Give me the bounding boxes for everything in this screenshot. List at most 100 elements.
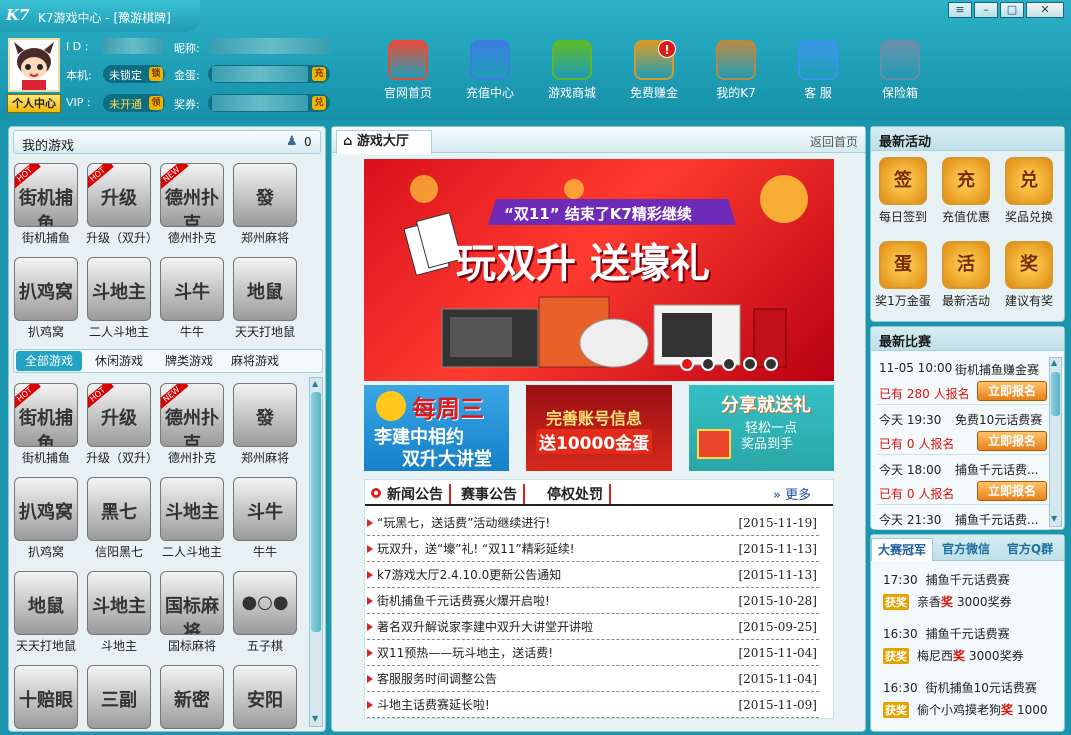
- nav-user[interactable]: 我的K7: [700, 40, 772, 101]
- activity-item[interactable]: 活最新活动: [936, 241, 996, 309]
- category-tab[interactable]: 全部游戏: [16, 351, 82, 371]
- game-tile[interactable]: 国标麻将 国标麻将: [159, 571, 225, 654]
- news-item[interactable]: 斗地主话费赛延长啦! [2015-11-09]: [367, 692, 819, 718]
- matches-scrollbar[interactable]: ▲ ▼: [1049, 357, 1062, 527]
- news-tab[interactable]: 停权处罚: [547, 484, 611, 504]
- game-tile[interactable]: ●○● 五子棋: [232, 571, 298, 654]
- game-tile[interactable]: 升级 HOT 升级（双升）: [86, 163, 158, 246]
- news-item[interactable]: 著名双升解说家李建中双升大讲堂开讲啦 [2015-09-25]: [367, 614, 819, 640]
- game-icon-glyph: 安阳: [247, 690, 283, 711]
- game-tile[interactable]: 德州扑克 NEW 德州扑克: [159, 383, 225, 466]
- match-time: 今天 18:00: [879, 463, 942, 477]
- news-date: [2015-11-13]: [738, 568, 817, 582]
- scroll-up-icon[interactable]: ▲: [312, 379, 318, 388]
- signup-button[interactable]: 立即报名: [977, 431, 1047, 451]
- promo-account[interactable]: 完善账号信息 送10000金蛋: [526, 385, 672, 471]
- category-tab[interactable]: 牌类游戏: [156, 350, 222, 372]
- game-tile[interactable]: 升级 HOT 升级（双升）: [86, 383, 158, 466]
- tab-game-hall-label: 游戏大厅: [356, 134, 409, 149]
- scroll-down-icon[interactable]: ▼: [312, 714, 318, 723]
- people-icon[interactable]: ♟: [286, 134, 298, 149]
- vip-pill[interactable]: 未开通 领: [103, 94, 165, 112]
- recharge-coin-icon[interactable]: 充: [312, 67, 326, 81]
- game-tile[interactable]: 斗牛 牛牛: [232, 477, 298, 560]
- activity-item[interactable]: 奖建议有奖: [999, 241, 1059, 309]
- news-item[interactable]: k7游戏大厅2.4.10.0更新公告通知 [2015-11-13]: [367, 562, 819, 588]
- news-more-link[interactable]: » 更多: [773, 484, 811, 503]
- category-tab[interactable]: 休闲游戏: [86, 350, 152, 372]
- news-item[interactable]: 街机捕鱼千元话费赛火爆开启啦! [2015-10-28]: [367, 588, 819, 614]
- game-tile[interactable]: 十赔眼: [13, 665, 79, 729]
- nav-service[interactable]: 客 服: [782, 40, 854, 101]
- news-tab[interactable]: 赛事公告: [461, 484, 525, 504]
- game-tile[interactable]: 發郑州麻将: [232, 383, 298, 466]
- nav-house[interactable]: 官网首页: [372, 40, 444, 101]
- close-button[interactable]: ✕: [1026, 2, 1064, 18]
- matches-scroll-thumb[interactable]: [1051, 372, 1060, 416]
- tab-game-hall[interactable]: ⌂ 游戏大厅: [336, 130, 432, 154]
- nav-safe[interactable]: 保险箱: [864, 40, 936, 101]
- game-tile[interactable]: 安阳: [232, 665, 298, 729]
- nav-money-bag[interactable]: 免费赚金: [618, 40, 690, 101]
- promo-lecture[interactable]: 每周三 李建中相约 双升大讲堂: [364, 385, 509, 471]
- news-item[interactable]: “玩黑七，送话费”活动继续进行! [2015-11-19]: [367, 510, 819, 536]
- matches-panel: 最新比赛 11-05 10:00 街机捕鱼赚金赛 已有 280 人报名 立即报名 今天 …: [870, 326, 1065, 530]
- banner-dot[interactable]: [743, 357, 757, 371]
- game-name: 斗地主: [100, 639, 137, 653]
- maximize-button[interactable]: □: [1000, 2, 1024, 18]
- game-tile[interactable]: 德州扑克 NEW 德州扑克: [159, 163, 225, 246]
- game-tile[interactable]: 地鼠 天天打地鼠: [232, 257, 298, 340]
- scroll-thumb[interactable]: [311, 392, 321, 632]
- machine-lock-pill[interactable]: 未锁定 锁: [103, 65, 165, 83]
- promo-share[interactable]: 分享就送礼 轻松一点 奖品到手: [689, 385, 834, 471]
- banner-dot[interactable]: [701, 357, 715, 371]
- back-home-link[interactable]: 返回首页: [810, 133, 858, 150]
- champion-tab[interactable]: 官方微信: [935, 538, 997, 561]
- activity-item[interactable]: 兑奖品兑换: [999, 157, 1059, 225]
- news-tab[interactable]: 新闻公告: [387, 484, 451, 504]
- game-tile[interactable]: 斗地主 二人斗地主: [86, 257, 152, 340]
- scroll-up-icon[interactable]: ▲: [1051, 358, 1057, 367]
- banner-dot[interactable]: [722, 357, 736, 371]
- game-tile[interactable]: 斗地主 斗地主: [86, 571, 152, 654]
- menu-button[interactable]: ≡: [948, 2, 972, 18]
- signup-button[interactable]: 立即报名: [977, 381, 1047, 401]
- game-tile[interactable]: 斗地主 二人斗地主: [159, 477, 225, 560]
- nav-label: 免费赚金: [629, 86, 678, 100]
- game-tile[interactable]: 地鼠 天天打地鼠: [13, 571, 79, 654]
- promo-banner[interactable]: “双11” 结束了K7精彩继续 玩双升 送壕礼: [364, 159, 834, 381]
- news-item[interactable]: 客服服务时间调整公告 [2015-11-04]: [367, 666, 819, 692]
- signup-button[interactable]: 立即报名: [977, 481, 1047, 501]
- activity-item[interactable]: 充充值优惠: [936, 157, 996, 225]
- minimize-button[interactable]: –: [974, 2, 998, 18]
- game-tile[interactable]: 新密: [159, 665, 225, 729]
- game-tile[interactable]: 街机捕鱼 HOT 街机捕鱼: [13, 163, 79, 246]
- games-scrollbar[interactable]: ▲ ▼: [309, 377, 323, 727]
- game-tile[interactable]: 斗牛 牛牛: [159, 257, 225, 340]
- activity-item[interactable]: 蛋奖1万金蛋: [873, 241, 933, 309]
- news-arrow-icon: [367, 545, 373, 553]
- scroll-down-icon[interactable]: ▼: [1051, 514, 1057, 523]
- game-tile[interactable]: 發郑州麻将: [232, 163, 298, 246]
- exchange-coin-icon[interactable]: 兑: [312, 96, 326, 110]
- safe-icon: [880, 40, 920, 80]
- news-item[interactable]: 双11预热——玩斗地主，送话费! [2015-11-04]: [367, 640, 819, 666]
- nav-basket[interactable]: 游戏商城: [536, 40, 608, 101]
- banner-dot[interactable]: [680, 357, 694, 371]
- champion-tab[interactable]: 官方Q群: [999, 538, 1061, 561]
- champion-tab[interactable]: 大赛冠军: [871, 538, 933, 561]
- game-tile[interactable]: 扒鸡窝 扒鸡窝: [13, 477, 79, 560]
- avatar[interactable]: [8, 38, 60, 92]
- banner-dot[interactable]: [764, 357, 778, 371]
- game-tile[interactable]: 扒鸡窝 扒鸡窝: [13, 257, 79, 340]
- game-tile[interactable]: 三副: [86, 665, 152, 729]
- game-tile[interactable]: 街机捕鱼 HOT 街机捕鱼: [13, 383, 79, 466]
- category-tab[interactable]: 麻将游戏: [222, 350, 288, 372]
- activities-title: 最新活动: [871, 127, 1064, 151]
- nav-card[interactable]: 充值中心: [454, 40, 526, 101]
- personal-center-button[interactable]: 个人中心: [7, 94, 61, 113]
- activity-item[interactable]: 签每日签到: [873, 157, 933, 225]
- news-item[interactable]: 玩双升，送“壕”礼! “双11”精彩延续! [2015-11-13]: [367, 536, 819, 562]
- game-tile[interactable]: 黑七 信阳黑七: [86, 477, 152, 560]
- banner-dots: [680, 357, 785, 374]
